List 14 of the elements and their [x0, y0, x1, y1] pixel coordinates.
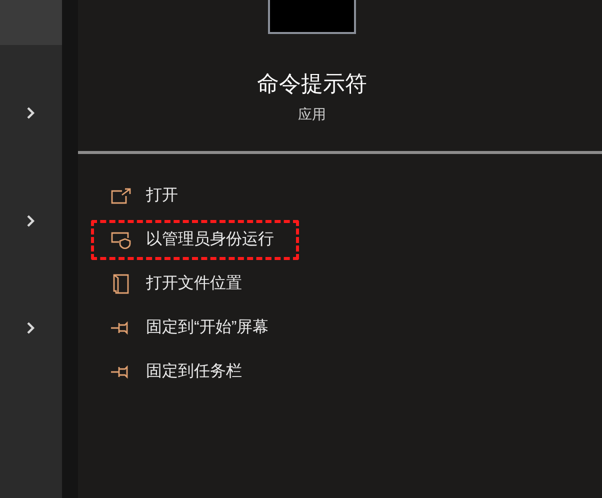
app-type: 应用	[298, 105, 326, 124]
shield-icon	[110, 231, 132, 249]
menu-item[interactable]: 打开文件位置	[91, 264, 267, 304]
open-external-icon	[110, 187, 132, 205]
menu-item[interactable]: 固定到任务栏	[91, 352, 267, 392]
app-icon	[268, 0, 356, 34]
menu-item[interactable]: 打开	[91, 176, 203, 216]
chevron-right-icon[interactable]	[26, 321, 36, 335]
menu-item[interactable]: 固定到“开始”屏幕	[91, 308, 294, 348]
chevron-right-icon[interactable]	[26, 106, 36, 120]
sidebar-header	[0, 0, 62, 45]
menu-item[interactable]: 以管理员身份运行	[91, 220, 299, 260]
chevron-right-icon[interactable]	[26, 214, 36, 228]
app-name: 命令提示符	[257, 70, 367, 98]
